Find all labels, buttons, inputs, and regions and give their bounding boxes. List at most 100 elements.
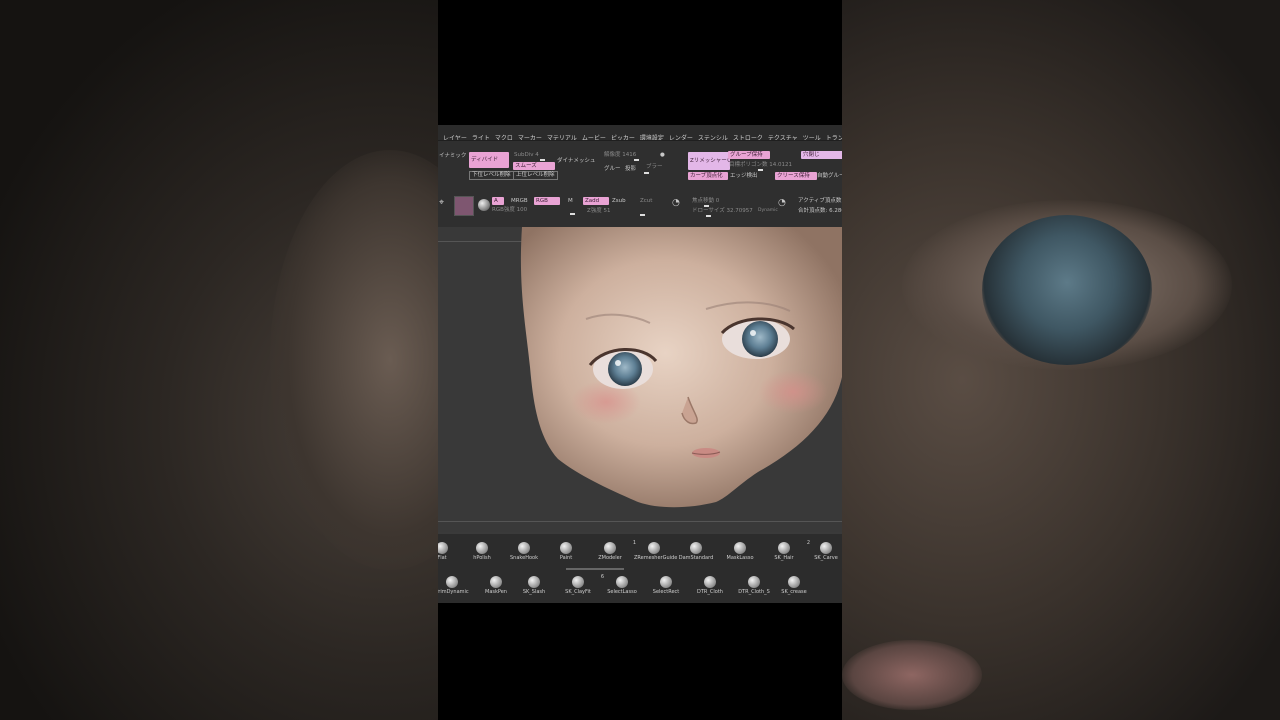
menu-item[interactable]: ツール bbox=[803, 131, 821, 140]
brush-dtr-cloth-s[interactable]: DTR_Cloth_S bbox=[734, 576, 774, 595]
top-toolbar: イナミック ディバイド 下位レベル削除 SubDiv 4 スムーズ 上位レベル削… bbox=[438, 141, 842, 227]
brush-icon bbox=[490, 576, 502, 588]
brush-zmodeler[interactable]: ZModeler 1 bbox=[590, 540, 636, 561]
menu-item[interactable]: トランス bbox=[826, 131, 842, 140]
brush-hpolish[interactable]: hPolish bbox=[462, 542, 502, 561]
menu-item[interactable]: レンダー bbox=[669, 131, 693, 140]
video-frame: レイヤー ライト マクロ マーカー マテリアル ムービー ピッカー 環境設定 レンダー ステンシル… bbox=[438, 0, 842, 720]
menu-item[interactable]: テクスチャ bbox=[768, 131, 798, 140]
brush-damstandard[interactable]: DamStandard bbox=[676, 542, 716, 561]
sphere-icon[interactable] bbox=[478, 199, 490, 211]
active-points-readout: アクティブ頂点数 bbox=[798, 198, 842, 204]
pin-icon[interactable]: ⌖ bbox=[439, 199, 444, 208]
dynamic-toggle[interactable]: Dynamic bbox=[758, 207, 778, 215]
rgb-intensity-slider[interactable]: RGB強度 100 bbox=[492, 206, 527, 214]
crease-keep-toggle[interactable]: クリース保持 bbox=[775, 172, 817, 180]
target-polygons-slider[interactable]: 目標ポリゴン数 14.0121 bbox=[729, 161, 792, 169]
menu-item[interactable]: ライト bbox=[472, 131, 490, 140]
brush-icon bbox=[648, 542, 660, 554]
resolution-knob[interactable] bbox=[634, 159, 639, 161]
rgb-intensity-knob[interactable] bbox=[570, 213, 575, 215]
edge-detect-toggle[interactable]: エッジ検出 bbox=[730, 172, 758, 180]
canvas-viewport[interactable] bbox=[438, 227, 842, 532]
brush-label: SK_Slash bbox=[522, 589, 546, 595]
brush-label: DTR_Cloth_S bbox=[738, 589, 770, 595]
viewport-bottom-rule bbox=[438, 521, 842, 522]
m-button[interactable]: M bbox=[568, 197, 573, 205]
brush-snakehook[interactable]: SnakeHook bbox=[504, 542, 544, 561]
brush-zremesherguide[interactable]: ZRemesherGuide bbox=[634, 542, 677, 561]
keep-groups-toggle[interactable]: グループ保持 bbox=[728, 151, 770, 159]
z-intensity-knob[interactable] bbox=[640, 214, 645, 216]
blurred-background-left bbox=[0, 0, 438, 720]
brush-label: DTR_Cloth bbox=[697, 589, 723, 595]
brush-label: MaskPen bbox=[485, 589, 507, 595]
brush-paint[interactable]: Paint bbox=[546, 542, 586, 561]
sculpted-head-model[interactable] bbox=[438, 227, 842, 532]
a-button[interactable]: A bbox=[492, 197, 504, 205]
brush-masklasso[interactable]: MaskLasso bbox=[720, 542, 760, 561]
brush-icon bbox=[572, 576, 584, 588]
brush-icon bbox=[690, 542, 702, 554]
menu-item[interactable]: ストローク bbox=[733, 131, 763, 140]
brush-sk-hair[interactable]: SK_Hair 2 bbox=[764, 540, 810, 561]
brush-sk-crease[interactable]: SK_crease bbox=[774, 576, 814, 595]
brush-dtr-cloth[interactable]: DTR_Cloth bbox=[690, 576, 730, 595]
dynamesh-button[interactable]: ダイナメッシュ bbox=[557, 157, 595, 165]
lower-level-delete-button[interactable]: 下位レベル削除 bbox=[469, 171, 514, 180]
blur-slider[interactable]: ブラー bbox=[646, 163, 663, 171]
head-surface bbox=[520, 227, 842, 508]
menu-item[interactable]: マーカー bbox=[518, 131, 542, 140]
menu-item[interactable]: マクロ bbox=[495, 131, 513, 140]
draw-size-knob[interactable] bbox=[706, 215, 711, 217]
draw-size-slider[interactable]: ドローサイズ 32.70957 bbox=[692, 207, 753, 215]
total-points-readout: 合計頂点数: 6.286 bbox=[798, 208, 842, 214]
brush-flat[interactable]: Flat bbox=[438, 542, 462, 561]
brush-label: Flat bbox=[438, 555, 447, 561]
brush-selectrect[interactable]: SelectRect bbox=[646, 576, 686, 595]
projection-toggle[interactable]: 投影 bbox=[625, 165, 636, 173]
z-intensity-slider[interactable]: Z強度 51 bbox=[587, 207, 611, 215]
brush-label: PrimDynamic bbox=[438, 589, 469, 595]
brush-sk-clayfit[interactable]: SK_ClayFit 6 bbox=[558, 574, 604, 595]
curve-density-toggle[interactable]: カーブ頂点化 bbox=[688, 172, 728, 180]
size-dial-icon[interactable]: ◔ bbox=[778, 199, 786, 208]
brush-label: SK_Hair bbox=[774, 555, 794, 561]
menu-item[interactable]: ステンシル bbox=[698, 131, 728, 140]
menu-item[interactable]: マテリアル bbox=[547, 131, 577, 140]
brush-primdynamic[interactable]: PrimDynamic bbox=[438, 576, 472, 595]
brush-maskpen[interactable]: MaskPen bbox=[476, 576, 516, 595]
focal-dial-icon[interactable]: ◔ bbox=[672, 199, 680, 208]
zremesher-button[interactable]: ZリメッシャーＯ bbox=[688, 152, 732, 170]
resolution-slider[interactable]: 解像度 1416 bbox=[604, 151, 636, 159]
subdiv-knob[interactable] bbox=[540, 159, 545, 161]
zadd-button[interactable]: Zadd bbox=[583, 197, 609, 205]
brush-sk-carve[interactable]: SK_Carve bbox=[806, 542, 842, 561]
menu-item[interactable]: ピッカー bbox=[611, 131, 635, 140]
blur-knob[interactable] bbox=[644, 172, 649, 174]
target-polygons-knob[interactable] bbox=[758, 169, 763, 171]
zcut-button[interactable]: Zcut bbox=[640, 197, 652, 205]
rgb-button[interactable]: RGB bbox=[534, 197, 560, 205]
menu-item[interactable]: レイヤー bbox=[443, 131, 467, 140]
brush-label: ZModeler bbox=[598, 555, 622, 561]
brush-icon bbox=[616, 576, 628, 588]
group-toggle[interactable]: グルー bbox=[604, 165, 621, 173]
menu-item[interactable]: ムービー bbox=[582, 131, 606, 140]
subdiv-slider[interactable]: SubDiv 4 bbox=[514, 151, 539, 159]
brush-sk-slash[interactable]: SK_Slash bbox=[514, 576, 554, 595]
mrgb-button[interactable]: MRGB bbox=[511, 197, 528, 205]
brush-icon bbox=[518, 542, 530, 554]
divide-button[interactable]: ディバイド bbox=[469, 152, 509, 168]
auto-group-toggle[interactable]: 自動グルー bbox=[817, 172, 842, 180]
close-holes-toggle[interactable]: 穴閉じ bbox=[801, 151, 842, 159]
zsub-button[interactable]: Zsub bbox=[612, 197, 626, 205]
brush-selectlasso[interactable]: SelectLasso bbox=[602, 576, 642, 595]
menu-item[interactable]: 環境設定 bbox=[640, 131, 664, 140]
brush-shelf-divider[interactable] bbox=[566, 568, 624, 570]
smooth-button[interactable]: スムーズ bbox=[513, 162, 555, 170]
upper-level-delete-button[interactable]: 上位レベル削除 bbox=[513, 171, 558, 180]
material-swatch[interactable] bbox=[454, 196, 474, 216]
focal-shift-slider[interactable]: 焦点移動 0 bbox=[692, 197, 719, 205]
brush-icon bbox=[476, 542, 488, 554]
